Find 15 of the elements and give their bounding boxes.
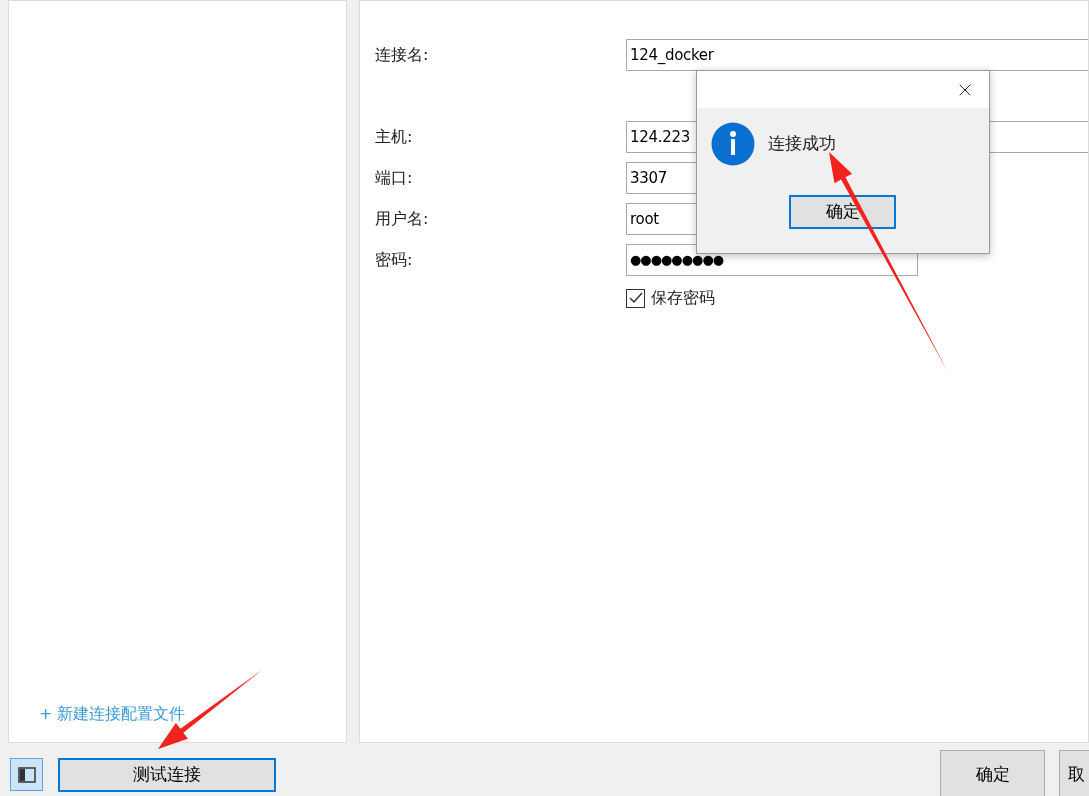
- field-label: 密码:: [375, 249, 414, 271]
- sidebar-toggle-button[interactable]: [10, 758, 43, 791]
- save-password-checkbox[interactable]: [626, 288, 645, 308]
- checkbox-label: 保存密码: [651, 287, 715, 309]
- field-label: 用户名:: [375, 208, 430, 230]
- sidebar-toggle-icon: [17, 766, 36, 783]
- test-connection-button[interactable]: 测试连接: [58, 758, 276, 792]
- field-label: 主机:: [375, 126, 414, 148]
- info-icon: [711, 122, 755, 166]
- input-field[interactable]: 124_docker: [626, 39, 1088, 71]
- ok-button[interactable]: 确定: [940, 750, 1045, 796]
- cancel-button[interactable]: 取: [1059, 750, 1089, 796]
- field-label: 连接名:: [375, 44, 430, 66]
- field-label: 端口:: [375, 167, 414, 189]
- dialog-message: 连接成功: [768, 132, 836, 156]
